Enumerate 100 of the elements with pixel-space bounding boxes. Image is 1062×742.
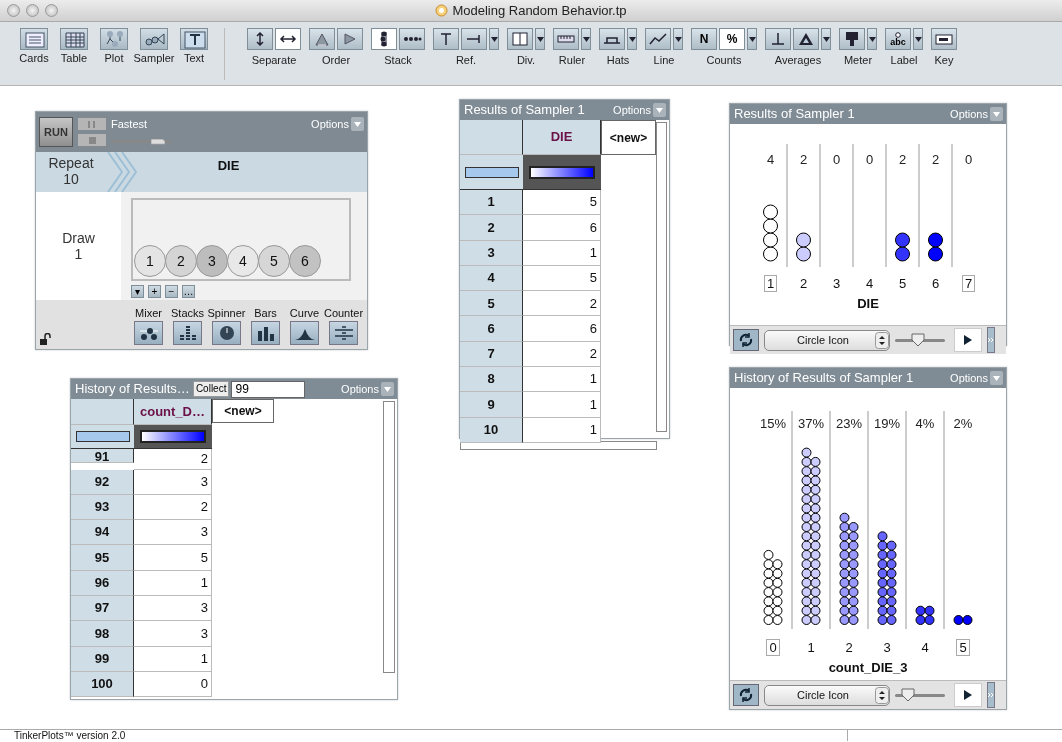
tool-button[interactable]: Table [54,28,94,65]
dropdown-button[interactable] [489,28,499,50]
double-chevron-icon [988,337,994,344]
ball[interactable]: 5 [258,245,290,277]
more-button[interactable] [987,682,995,708]
icon-type-select[interactable]: Circle Icon [764,329,890,351]
tool-button[interactable]: Plot [94,28,134,65]
device-button[interactable] [251,321,280,345]
tool-button[interactable]: Cards [14,28,54,65]
icon-type-select[interactable]: Circle Icon [764,684,890,706]
color-key-swatch [140,430,206,443]
toolbar-button[interactable]: N [691,28,717,50]
edit-button[interactable]: + [148,285,161,298]
toolbar-group-label: Separate [251,53,297,68]
refresh-button[interactable] [733,684,759,706]
toolbar-button[interactable] [599,28,625,50]
caret-icon [628,36,636,42]
new-column-header[interactable]: <new> [601,120,656,155]
toolbar-button[interactable] [839,28,865,50]
repeat-count[interactable]: 10 [63,171,79,188]
icon-size-slider[interactable] [895,333,945,347]
axis-label: 7 [961,275,976,293]
run-button[interactable]: RUN [39,117,73,147]
device-button[interactable] [212,321,241,345]
pointer-tool-button[interactable] [954,328,982,352]
toolbar-button[interactable] [765,28,791,50]
toolbar-button[interactable] [931,28,957,50]
text-icon [181,29,209,51]
table-cell: 6 [523,316,601,342]
ball[interactable]: 6 [289,245,321,277]
toolbar-group-label: Counts [706,53,742,68]
caret-icon [993,375,1000,381]
column-header[interactable]: count_D… [134,399,212,425]
dropdown-button[interactable] [747,28,757,50]
axis-label: 6 [930,276,941,292]
edit-button[interactable]: … [182,285,195,298]
toolbar-group-label: Stack [384,53,412,68]
edit-button[interactable]: − [165,285,178,298]
dropdown-button[interactable] [673,28,683,50]
slider-thumb[interactable] [910,333,925,347]
slider-thumb[interactable] [900,688,915,702]
pointer-tool-button[interactable] [954,683,982,707]
dropdown-button[interactable] [581,28,591,50]
column-header[interactable]: DIE [523,120,601,155]
vertical-scrollbar[interactable] [383,401,395,673]
toolbar-button[interactable] [247,28,273,50]
toolbar-button[interactable] [275,28,301,50]
draw-label: Draw [62,229,95,246]
tool-button[interactable]: Text [174,28,214,65]
dropdown-button[interactable] [535,28,545,50]
count-label: 2% [953,416,973,431]
toolbar-button[interactable] [461,28,487,50]
icon-size-slider[interactable] [895,688,945,702]
toolbar-button[interactable] [793,28,819,50]
count-label: 2 [898,152,907,167]
dot-stack [796,232,811,262]
toolbar-button[interactable]: % [719,28,745,50]
refresh-button[interactable] [733,329,759,351]
status-text: TinkerPlots™ version 2.0 [14,730,126,741]
toolbar-button[interactable] [433,28,459,50]
toolbar-button[interactable]: abc [885,28,911,50]
double-chevron-icon [988,692,994,699]
toolbar-group-label: Key [934,53,954,68]
stepper-icon [875,331,889,349]
attribute-name[interactable]: DIE [217,156,240,176]
dropdown-button[interactable] [867,28,877,50]
row-number: 3 [460,240,523,266]
dot-icon [893,31,903,38]
toolbar-button[interactable] [371,28,397,50]
toolbar-button[interactable] [399,28,425,50]
device-label: Counter [323,306,364,319]
more-button[interactable] [987,327,995,353]
draw-count[interactable]: 1 [74,246,83,263]
row-number: 4 [460,265,523,292]
toolbar-button[interactable] [645,28,671,50]
tool-button[interactable]: Sampler [134,28,174,65]
table-cell: 2 [523,291,601,317]
device-button[interactable] [173,321,202,345]
vertical-scrollbar[interactable] [656,122,667,432]
edit-button[interactable]: ▾ [131,285,144,298]
triangle-icon [796,31,816,47]
horizontal-scrollbar[interactable] [460,440,657,450]
collect-button[interactable]: Collect [192,381,230,397]
dropdown-button[interactable] [913,28,923,50]
caret-icon [993,111,1000,117]
axis-label: 4 [864,276,875,292]
ball[interactable]: 3 [196,245,228,277]
options-button[interactable]: Options [311,116,364,133]
collect-count-field[interactable]: 99 [231,380,306,398]
toolbar-group-label: Order [321,53,351,68]
ball[interactable]: 4 [227,245,259,277]
ball[interactable]: 2 [165,245,197,277]
dropdown-button[interactable] [821,28,831,50]
ball[interactable]: 1 [134,245,166,277]
new-column-header[interactable]: <new> [212,399,274,423]
dropdown-button[interactable] [627,28,637,50]
key-icon [934,31,954,47]
device-button[interactable] [290,321,319,345]
device-button[interactable] [329,321,358,345]
device-button[interactable] [134,321,163,345]
